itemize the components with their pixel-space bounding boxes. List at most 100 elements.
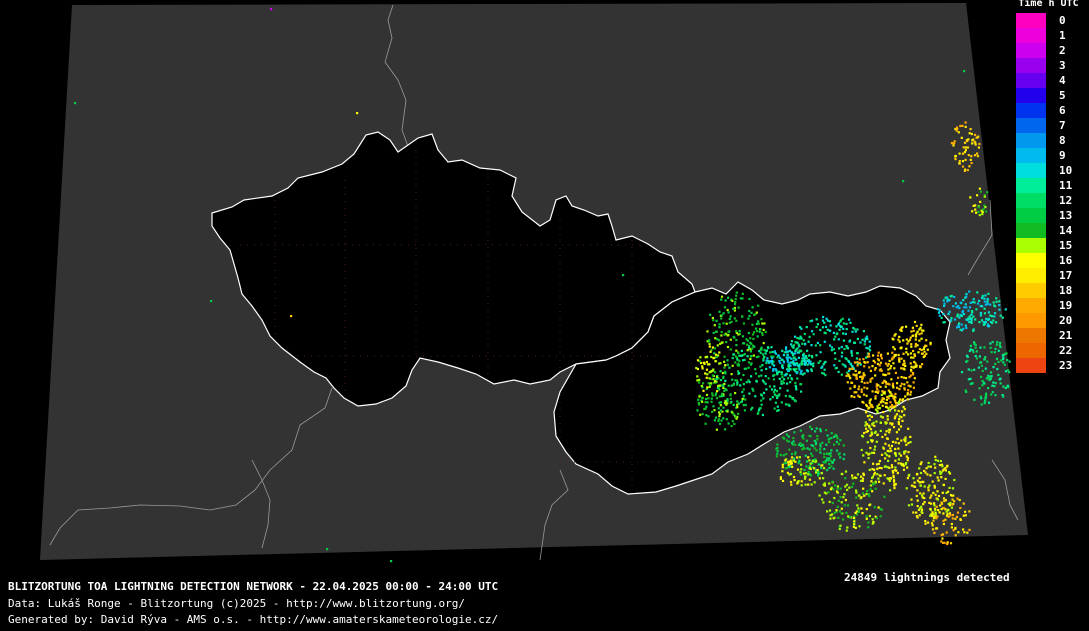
lightning-strike — [890, 464, 893, 467]
lightning-strike — [829, 514, 832, 517]
lightning-strike — [738, 330, 741, 333]
lightning-strike — [792, 437, 795, 440]
lightning-strike — [727, 422, 730, 425]
lightning-strike — [699, 413, 702, 416]
lightning-strike — [911, 334, 915, 337]
lightning-strike — [837, 453, 841, 456]
lightning-strike — [976, 152, 979, 155]
lightning-strike — [741, 315, 744, 318]
lightning-strike — [862, 487, 865, 490]
lightning-strike — [873, 482, 876, 485]
lightning-strike — [326, 548, 329, 551]
lightning-strike — [892, 426, 896, 429]
lightning-strike — [835, 509, 838, 512]
lightning-strike — [720, 334, 723, 337]
lightning-strike — [735, 330, 738, 333]
lightning-strike — [832, 348, 835, 351]
lightning-strike — [706, 373, 709, 376]
lightning-strike — [854, 369, 857, 372]
lightning-strike — [892, 386, 895, 389]
lightning-strike — [983, 346, 986, 349]
lightning-strike — [934, 466, 937, 469]
lightning-strike — [705, 414, 708, 417]
lightning-strike — [832, 331, 835, 334]
lightning-strike — [960, 371, 964, 374]
lightning-strike — [782, 454, 785, 457]
lightning-strike — [903, 414, 906, 417]
lightning-strike — [915, 494, 918, 498]
lightning-strike — [799, 335, 802, 338]
lightning-strike — [929, 507, 932, 511]
lightning-strike — [724, 399, 727, 402]
lightning-strike — [909, 390, 913, 393]
lightning-strike — [790, 357, 793, 360]
lightning-strike — [770, 346, 773, 349]
lightning-strike — [985, 210, 988, 213]
footer-generated-by: Generated by: David Rýva - AMS o.s. - ht… — [8, 613, 499, 626]
lightning-strike — [894, 454, 898, 457]
lightning-strike — [845, 322, 848, 325]
lightning-strike — [806, 349, 809, 352]
lightning-strike — [845, 483, 849, 486]
lightning-strike — [888, 431, 891, 434]
lightning-strike — [978, 187, 981, 190]
lightning-strike — [826, 452, 829, 455]
lightning-strike — [717, 419, 720, 422]
lightning-strike — [857, 510, 860, 514]
lightning-strike — [835, 490, 839, 493]
lightning-strike — [900, 329, 903, 332]
lightning-strike — [799, 444, 803, 447]
lightning-strike — [942, 507, 946, 510]
lightning-strike — [764, 352, 767, 355]
lightning-strike — [840, 345, 843, 349]
lightning-strike — [884, 362, 888, 365]
lightning-strike — [991, 315, 994, 318]
lightning-strike — [856, 352, 859, 355]
lightning-strike — [781, 376, 784, 379]
lightning-strike — [860, 448, 863, 452]
lightning-strike — [893, 480, 896, 483]
lightning-strike — [703, 408, 706, 411]
lightning-strike — [790, 340, 794, 343]
lightning-strike — [857, 388, 860, 391]
lightning-strike — [698, 381, 701, 384]
lightning-strike — [930, 513, 933, 516]
lightning-strike — [980, 361, 983, 364]
lightning-strike — [882, 373, 885, 376]
lightning-strike — [898, 388, 901, 391]
lightning-strike — [739, 401, 743, 404]
lightning-strike — [821, 326, 824, 329]
lightning-strike — [867, 347, 870, 350]
lightning-strike — [801, 448, 804, 451]
lightning-strike — [705, 393, 709, 396]
lightning-strike — [732, 403, 735, 406]
lightning-strike — [831, 501, 834, 505]
lightning-strike — [846, 381, 849, 384]
lightning-strike — [841, 351, 844, 354]
lightning-strike — [918, 339, 921, 342]
lightning-strike — [875, 463, 879, 466]
lightning-strike — [869, 446, 872, 450]
lightning-strike — [903, 450, 906, 453]
lightning-strike — [867, 453, 870, 456]
lightning-strike — [747, 366, 750, 369]
lightning-strike — [803, 363, 807, 366]
lightning-strike — [952, 494, 955, 497]
lightning-strike — [897, 423, 900, 426]
lightning-strike — [998, 308, 1001, 311]
lightning-strike — [1002, 385, 1005, 388]
lightning-strike — [983, 297, 986, 300]
lightning-strike — [830, 465, 833, 468]
lightning-strike — [907, 451, 910, 454]
lightning-strike — [210, 300, 213, 303]
lightning-strike — [910, 365, 913, 368]
lightning-strike — [888, 409, 891, 412]
lightning-strike — [780, 358, 783, 361]
lightning-strike — [778, 370, 781, 373]
lightning-strike — [864, 410, 868, 413]
lightning-strike — [916, 499, 919, 502]
lightning-strike — [914, 362, 917, 365]
lightning-strike — [755, 330, 759, 333]
lightning-strike — [977, 210, 980, 213]
lightning-strike — [737, 351, 740, 354]
